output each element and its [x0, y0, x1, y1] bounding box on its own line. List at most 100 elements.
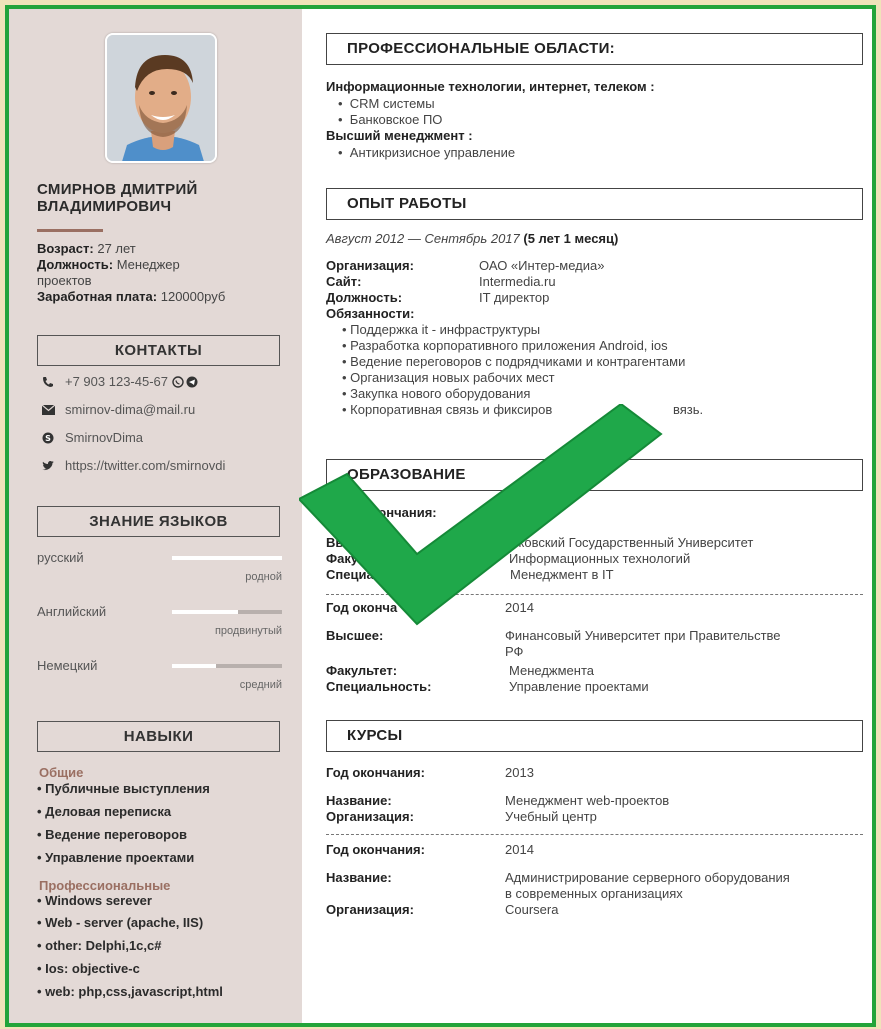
area-item: • CRM системы — [338, 96, 435, 111]
position-label: Должность: — [37, 257, 114, 272]
experience-period: Август 2012 — Сентябрь 2017 (5 лет 1 мес… — [326, 231, 618, 247]
duty-item: • Поддержка it - инфраструктуры — [342, 322, 541, 337]
skills-pro-title: Профессиональные — [39, 878, 171, 893]
area-category: Информационные технологии, интернет, тел… — [326, 79, 655, 94]
area-item: • Антикризисное управление — [338, 145, 516, 160]
divider — [326, 834, 863, 835]
skill-item: • Windows serever — [37, 893, 152, 908]
course-year-value: 2013 — [505, 765, 534, 780]
phone-icon — [41, 376, 55, 388]
edu-faculty-value: Менеджмента — [509, 663, 594, 678]
language-level: продвинутый — [214, 625, 282, 637]
salary-value: 120000руб — [160, 289, 226, 304]
languages-heading: ЗНАНИЕ ЯЗЫКОВ — [37, 506, 280, 537]
language-name: русский — [37, 550, 84, 565]
skype-name: SmirnovDima — [65, 430, 144, 445]
salary-label: Заработная плата: — [37, 289, 158, 304]
skills-general-title: Общие — [39, 765, 84, 780]
personal-info: Возраст: 27 лет Должность: Менеджер прое… — [37, 241, 292, 305]
duty-item: • Организация новых рабочих мест — [342, 370, 555, 385]
resume-page: СМИРНОВ ДМИТРИЙ ВЛАДИМИРОВИЧ Возраст: 27… — [5, 5, 876, 1027]
name-underline — [37, 229, 103, 232]
course-name-label: Название: — [326, 793, 392, 808]
language-level: средний — [239, 679, 282, 691]
envelope-icon — [41, 404, 55, 415]
course-org-label: Организация: — [326, 809, 414, 824]
area-item-text: CRM системы — [349, 96, 435, 111]
contacts-heading: КОНТАКТЫ — [37, 335, 280, 366]
course-year-label: Год окончания: — [326, 765, 425, 780]
language-level-bar — [172, 556, 282, 560]
areas-heading: ПРОФЕССИОНАЛЬНЫЕ ОБЛАСТИ: — [326, 33, 863, 65]
duty-item: • Ведение переговоров с подрядчиками и к… — [342, 354, 686, 369]
twitter-icon — [41, 460, 55, 471]
email-contact[interactable]: smirnov-dima@mail.ru — [41, 402, 195, 417]
courses-heading: КУРСЫ — [326, 720, 863, 752]
position-value-cont: проектов — [37, 273, 92, 288]
area-item-text: Антикризисное управление — [349, 145, 516, 160]
duty-item: • Закупка нового оборудования — [342, 386, 531, 401]
course-org-value: Coursera — [505, 902, 559, 917]
language-name: Английский — [37, 604, 107, 619]
telegram-icon[interactable] — [186, 376, 198, 388]
duty-item: • Разработка корпоративного приложения A… — [342, 338, 668, 353]
profile-photo — [105, 33, 217, 163]
position-value: Менеджер — [116, 257, 180, 272]
language-level-fill — [172, 664, 216, 668]
skype-contact[interactable]: S SmirnovDima — [41, 430, 143, 445]
phone-number: +7 903 123-45-67 — [65, 374, 169, 389]
course-year-value: 2014 — [505, 842, 534, 857]
area-item-text: Банковское ПО — [349, 112, 443, 127]
course-org-label: Организация: — [326, 902, 414, 917]
job-position-value: IT директор — [479, 290, 550, 305]
area-category: Высший менеджмент : — [326, 128, 473, 143]
age-value: 27 лет — [97, 241, 136, 256]
name-line-2: ВЛАДИМИРОВИЧ — [37, 198, 172, 215]
skill-item: • Публичные выступления — [37, 781, 210, 796]
skill-item: • Ios: objective-c — [37, 961, 140, 976]
svg-text:S: S — [45, 434, 51, 443]
edu-spec-label: Специальность: — [326, 679, 432, 694]
job-position-label: Должность: — [326, 290, 403, 305]
full-name: СМИРНОВ ДМИТРИЙ ВЛАДИМИРОВИЧ — [37, 181, 287, 215]
org-value: ОАО «Интер-медиа» — [479, 258, 605, 273]
org-label: Организация: — [326, 258, 414, 273]
language-level-bar — [172, 664, 282, 668]
period-dates: Август 2012 — Сентябрь 2017 — [326, 231, 520, 246]
whatsapp-icon[interactable] — [172, 375, 184, 388]
course-year-label: Год окончания: — [326, 842, 425, 857]
duty-item-tail: вязь. — [673, 402, 704, 417]
age-label: Возраст: — [37, 241, 94, 256]
skill-item: • Ведение переговоров — [37, 827, 188, 842]
edu-faculty-label: Факультет: — [326, 663, 398, 678]
skills-heading: НАВЫКИ — [37, 721, 280, 752]
name-line-1: СМИРНОВ ДМИТРИЙ — [37, 181, 198, 198]
course-name-value: Менеджмент web-проектов — [505, 793, 670, 808]
duties-label: Обязанности: — [326, 306, 415, 321]
twitter-url: https://twitter.com/smirnovdi — [65, 458, 226, 473]
skill-item: • Web - server (apache, IIS) — [37, 915, 204, 930]
skype-icon: S — [41, 432, 55, 444]
edu-spec-value: Управление проектами — [509, 679, 649, 694]
language-level-fill — [172, 556, 282, 560]
email-address: smirnov-dima@mail.ru — [65, 402, 196, 417]
site-value[interactable]: Intermedia.ru — [479, 274, 556, 290]
experience-heading: ОПЫТ РАБОТЫ — [326, 188, 863, 220]
language-level-bar — [172, 610, 282, 614]
edu-high-value-cont: РФ — [505, 644, 524, 659]
language-level: родной — [245, 571, 282, 583]
course-name-label: Название: — [326, 870, 392, 885]
period-duration: (5 лет 1 месяц) — [523, 231, 619, 246]
language-level-fill — [172, 610, 238, 614]
site-label: Сайт: — [326, 274, 362, 289]
checkmark-icon — [299, 404, 663, 626]
course-name-value: Администрирование серверного оборудовани… — [505, 870, 790, 885]
sidebar: СМИРНОВ ДМИТРИЙ ВЛАДИМИРОВИЧ Возраст: 27… — [9, 9, 302, 1023]
skill-item: • Деловая переписка — [37, 804, 172, 819]
twitter-contact[interactable]: https://twitter.com/smirnovdi — [41, 458, 225, 473]
skill-item: • other: Delphi,1c,c# — [37, 938, 162, 953]
course-org-value: Учебный центр — [505, 809, 597, 824]
phone-contact[interactable]: +7 903 123-45-67 — [41, 374, 198, 389]
language-name: Немецкий — [37, 658, 98, 673]
skill-item: • web: php,css,javascript,html — [37, 984, 223, 999]
